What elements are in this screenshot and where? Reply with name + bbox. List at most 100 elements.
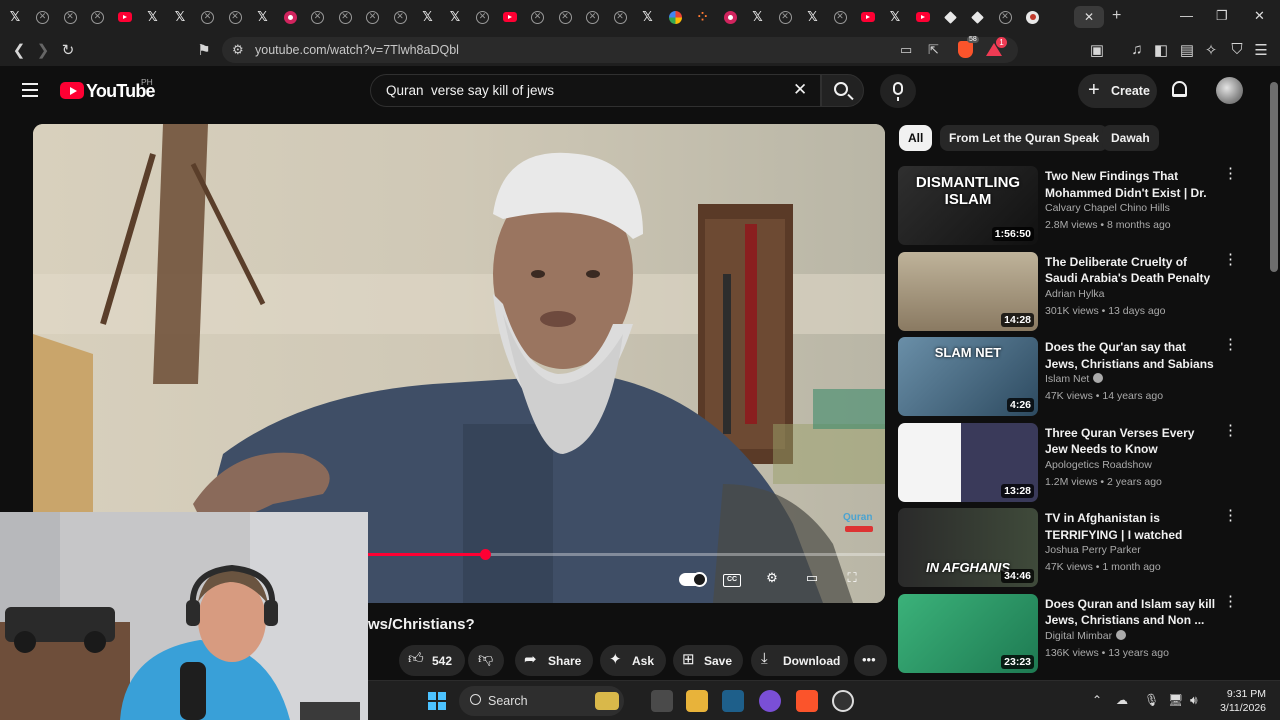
channel-name[interactable]: Islam Net [1045, 373, 1104, 385]
task-view-icon[interactable] [651, 690, 673, 712]
channel-name[interactable]: Apologetics Roadshow [1045, 459, 1152, 471]
filter-chip[interactable]: Dawah [1102, 125, 1159, 151]
browser-tab[interactable] [719, 6, 741, 28]
reload-icon[interactable]: ↻ [59, 41, 77, 59]
discord-icon[interactable] [759, 690, 781, 712]
browser-tab[interactable]: 𝕏 [747, 6, 769, 28]
channel-name[interactable]: Digital Mimbar [1045, 629, 1127, 642]
video-thumbnail[interactable]: DISMANTLING ISLAM 1:56:50 [898, 166, 1038, 245]
browser-tab[interactable]: ✕ [582, 6, 604, 28]
active-browser-tab[interactable]: ✕ [1074, 6, 1104, 28]
browser-tab[interactable]: ✕ [334, 6, 356, 28]
recommended-video[interactable]: 14:28 The Deliberate Cruelty of Saudi Ara… [898, 251, 1243, 332]
steam-icon[interactable] [722, 690, 744, 712]
browser-tab[interactable]: ✕ [994, 6, 1016, 28]
sidebar-toggle-icon[interactable]: ▣ [1088, 41, 1106, 59]
network-icon[interactable]: 🖥︎ [1168, 693, 1183, 707]
browser-tab[interactable]: ✕ [829, 6, 851, 28]
browser-tab[interactable]: ✕ [197, 6, 219, 28]
more-actions-button[interactable]: ••• [854, 645, 887, 676]
guide-menu-icon[interactable] [22, 83, 38, 97]
browser-tab[interactable] [279, 6, 301, 28]
address-bar[interactable]: ⚙ youtube.com/watch?v=7Tlwh8aDQbl ▭ ⇱ [222, 37, 1018, 63]
save-button[interactable]: ⊞ Save [673, 645, 743, 676]
start-menu-icon[interactable] [428, 692, 446, 710]
page-scrollbar[interactable] [1270, 82, 1278, 272]
obs-icon[interactable] [832, 690, 854, 712]
recommended-video[interactable]: 23:23 Does Quran and Islam say kill Jews,… [898, 593, 1243, 674]
recommended-video-title[interactable]: The Deliberate Cruelty of Saudi Arabia's… [1045, 254, 1217, 287]
subscribe-watermark-icon[interactable] [845, 526, 873, 532]
scrubber-handle[interactable] [479, 549, 491, 560]
channel-name[interactable]: Calvary Chapel Chino Hills [1045, 202, 1170, 214]
site-settings-icon[interactable]: ⚙ [232, 42, 244, 58]
recommended-video-title[interactable]: Does Quran and Islam say kill Jews, Chri… [1045, 596, 1217, 629]
recommended-video[interactable]: IN AFGHANIS 34:46 TV in Afghanistan is TER… [898, 508, 1243, 588]
recommended-video[interactable]: SLAM NET 4:26 Does the Qur'an say that Jew… [898, 337, 1243, 417]
video-thumbnail[interactable]: 13:28 [898, 422, 1038, 502]
more-options-icon[interactable]: ⋮ [1223, 252, 1238, 274]
new-tab-button[interactable]: + [1112, 7, 1121, 25]
more-options-icon[interactable]: ⋮ [1223, 166, 1238, 188]
filter-chip[interactable]: From Let the Quran Speak [940, 125, 1109, 151]
recommended-video-title[interactable]: Three Quran Verses Every Jew Needs to Kn… [1045, 425, 1217, 458]
file-explorer-icon[interactable] [686, 690, 708, 712]
close-window-icon[interactable]: ✕ [1254, 8, 1265, 24]
split-view-icon[interactable]: ◧ [1152, 41, 1170, 59]
browser-tab[interactable] [1022, 6, 1044, 28]
browser-tab[interactable]: 𝕏 [169, 6, 191, 28]
close-tab-icon[interactable]: ✕ [1084, 10, 1094, 24]
browser-tab[interactable]: ✕ [32, 6, 54, 28]
system-clock[interactable]: 9:31 PM 3/11/2026 [1216, 687, 1266, 715]
browser-tab[interactable]: ✕ [609, 6, 631, 28]
recommended-video-title[interactable]: TV in Afghanistan is TERRIFYING | I watc… [1045, 510, 1217, 544]
cast-icon[interactable]: ▭ [900, 42, 912, 58]
browser-tab[interactable] [912, 6, 934, 28]
channel-name[interactable]: Joshua Perry Parker [1045, 544, 1141, 556]
browser-tab[interactable]: ✕ [527, 6, 549, 28]
notifications-bell-icon[interactable] [1172, 81, 1187, 97]
video-thumbnail[interactable]: IN AFGHANIS 34:46 [898, 508, 1038, 587]
like-button[interactable]: 👍︎ 542 [399, 645, 465, 676]
bookmark-icon[interactable]: ⚑ [195, 41, 213, 59]
download-button[interactable]: ⤓ Download [751, 645, 848, 676]
settings-gear-icon[interactable]: ⚙ [759, 570, 785, 590]
browser-tab[interactable] [939, 6, 961, 28]
recommended-video[interactable]: DISMANTLING ISLAM 1:56:50 Two New Findings… [898, 166, 1243, 246]
browser-tab[interactable]: 𝕏 [142, 6, 164, 28]
browser-tab[interactable]: ✕ [389, 6, 411, 28]
browser-tab[interactable]: 𝕏 [884, 6, 906, 28]
dislike-button[interactable]: 👎︎ [468, 645, 504, 676]
more-options-icon[interactable]: ⋮ [1223, 337, 1238, 359]
search-button[interactable] [821, 74, 864, 107]
wallet-icon[interactable]: ▤ [1178, 41, 1196, 59]
browser-tab[interactable]: ✕ [362, 6, 384, 28]
browser-tab[interactable]: ✕ [87, 6, 109, 28]
recommended-video-title[interactable]: Does the Qur'an say that Jews, Christian… [1045, 339, 1217, 373]
recommended-video-title[interactable]: Two New Findings That Mohammed Didn't Ex… [1045, 168, 1217, 202]
video-thumbnail[interactable]: SLAM NET 4:26 [898, 337, 1038, 416]
autoplay-toggle[interactable] [679, 572, 707, 587]
clear-search-icon[interactable]: ✕ [793, 80, 807, 100]
youtube-logo-icon[interactable] [60, 82, 84, 99]
browser-tab[interactable]: ✕ [774, 6, 796, 28]
browser-tab[interactable]: ✕ [59, 6, 81, 28]
volume-icon[interactable]: 🔊︎ [1190, 693, 1198, 708]
channel-name[interactable]: Adrian Hylka [1045, 288, 1105, 300]
browser-tab[interactable]: ✕ [307, 6, 329, 28]
video-thumbnail[interactable]: 23:23 [898, 593, 1038, 673]
search-input[interactable]: Quran verse say kill of jews ✕ [370, 74, 821, 107]
brave-shields-icon[interactable] [958, 41, 973, 58]
tray-expand-icon[interactable]: ⌃ [1092, 693, 1102, 707]
browser-tab[interactable] [114, 6, 136, 28]
brave-taskbar-icon[interactable] [796, 690, 818, 712]
more-options-icon[interactable]: ⋮ [1223, 594, 1238, 616]
browser-tab[interactable] [967, 6, 989, 28]
browser-tab[interactable]: 𝕏 [417, 6, 439, 28]
browser-tab[interactable] [499, 6, 521, 28]
browser-tab[interactable]: 𝕏 [4, 6, 26, 28]
taskbar-search[interactable]: Search [459, 686, 624, 716]
browser-tab[interactable]: ⁘ [692, 6, 714, 28]
video-thumbnail[interactable]: 14:28 [898, 251, 1038, 331]
recommended-video[interactable]: 13:28 Three Quran Verses Every Jew Needs … [898, 422, 1243, 503]
